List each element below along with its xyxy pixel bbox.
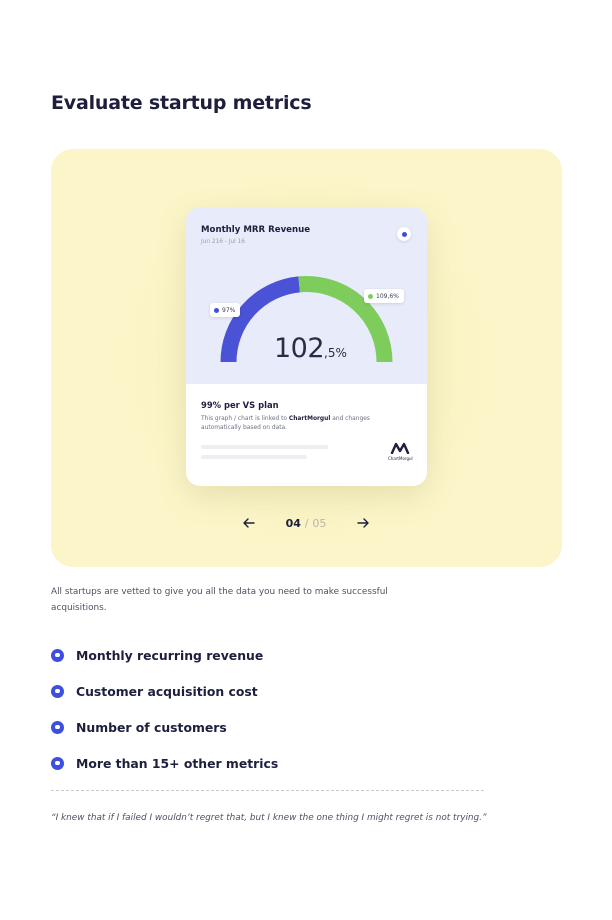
page-total: 05 [312, 516, 327, 530]
feature-label: Number of customers [76, 719, 227, 735]
feature-item: More than 15+ other metrics [51, 745, 278, 781]
card-description: This graph / chart is linked to ChartMor… [201, 415, 401, 433]
bullet-icon [51, 684, 64, 698]
gauge-value: 102,5% [274, 333, 347, 364]
gauge-right-value: 109,6% [376, 292, 399, 300]
feature-item: Monthly recurring revenue [51, 637, 278, 673]
bullet-icon [51, 648, 64, 662]
page-separator: / [304, 516, 309, 530]
gauge-value-decimal: ,5% [324, 346, 347, 360]
feature-label: More than 15+ other metrics [76, 755, 279, 771]
carousel-pager: 04 / 05 [241, 513, 371, 533]
metrics-showcase: Monthly MRR Revenue Jun 216 - Jul 16 97%… [51, 149, 562, 567]
gauge-value-integer: 102 [274, 333, 325, 364]
page-current: 04 [285, 516, 301, 530]
gauge-left-dot-icon [214, 307, 219, 313]
bullet-icon [51, 756, 64, 770]
card-desc-brand: ChartMorgul [288, 416, 331, 422]
mrr-card: Monthly MRR Revenue Jun 216 - Jul 16 97%… [186, 207, 427, 486]
gauge-right-dot-icon [368, 293, 373, 299]
arrow-left-icon[interactable] [241, 515, 257, 531]
card-desc-prefix: This graph / chart is linked to [201, 416, 289, 422]
testimonial-quote: “I knew that if I failed I wouldn’t regr… [51, 813, 487, 823]
brand-name: ChartMorgul [388, 456, 413, 461]
intro-text: All startups are vetted to give you all … [51, 587, 388, 613]
feature-label: Monthly recurring revenue [76, 647, 264, 663]
gauge-label-left: 97% [210, 303, 241, 317]
feature-label: Customer acquisition cost [76, 683, 258, 699]
feature-list: Monthly recurring revenue Customer acqui… [51, 637, 278, 781]
section-title: Evaluate startup metrics [51, 92, 312, 114]
gauge-left-value: 97% [222, 306, 236, 314]
card-subtitle: 99% per VS plan [201, 400, 279, 410]
dashed-divider [51, 790, 484, 791]
page-indicator: 04 / 05 [286, 517, 327, 530]
gauge-label-right: 109,6% [364, 289, 404, 303]
placeholder-bar [201, 455, 307, 459]
feature-item: Customer acquisition cost [51, 673, 278, 709]
feature-item: Number of customers [51, 709, 278, 745]
arrow-right-icon[interactable] [355, 515, 371, 531]
chartmorgul-logo-icon [390, 442, 410, 454]
placeholder-bar [201, 445, 328, 449]
bullet-icon [51, 720, 64, 734]
